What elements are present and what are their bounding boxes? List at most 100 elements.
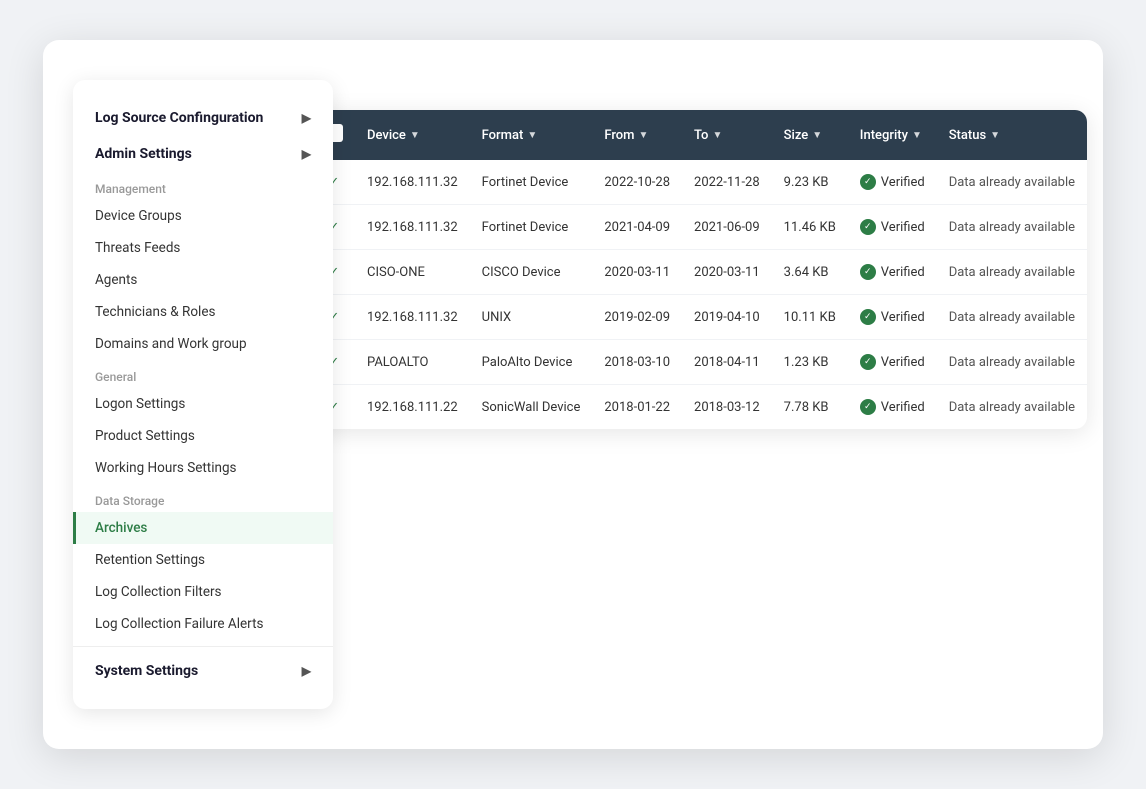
row-integrity: ✓ Verified [848,250,937,295]
sidebar-divider [73,646,333,647]
verified-icon: ✓ [860,219,876,235]
log-source-arrow-icon: ▶ [302,111,311,125]
sidebar-section-admin-settings[interactable]: Admin Settings ▶ [73,136,333,172]
row-format: SonicWall Device [470,385,593,430]
device-sort-icon: ▼ [410,130,420,141]
row-size: 7.78 KB [772,385,848,430]
row-to: 2018-04-11 [682,340,772,385]
row-device: CISO-ONE [355,250,470,295]
row-from: 2021-04-09 [592,205,682,250]
row-format: Fortinet Device [470,160,593,205]
row-size: 1.23 KB [772,340,848,385]
main-content: Device ▼ Format ▼ From [313,110,1087,709]
sidebar-section-log-source-label: Log Source Confinguration [95,110,263,126]
sidebar-item-log-collection-filters[interactable]: Log Collection Filters [73,576,333,608]
row-integrity: ✓ Verified [848,340,937,385]
row-to: 2020-03-11 [682,250,772,295]
integrity-label: Verified [881,310,925,325]
row-integrity: ✓ Verified [848,295,937,340]
sidebar-item-domains-workgroup[interactable]: Domains and Work group [73,328,333,360]
row-status: Data already available [937,160,1087,205]
sidebar-item-device-groups[interactable]: Device Groups [73,200,333,232]
integrity-label: Verified [881,265,925,280]
row-integrity: ✓ Verified [848,205,937,250]
sidebar-item-agents[interactable]: Agents [73,264,333,296]
verified-icon: ✓ [860,309,876,325]
sidebar: Log Source Confinguration ▶ Admin Settin… [73,80,333,709]
row-from: 2018-01-22 [592,385,682,430]
row-from: 2019-02-09 [592,295,682,340]
general-category-label: General [73,360,333,388]
row-from: 2018-03-10 [592,340,682,385]
table-row: ✓ 192.168.111.32 Fortinet Device 2022-10… [313,160,1087,205]
sidebar-item-working-hours[interactable]: Working Hours Settings [73,452,333,484]
from-sort-icon: ▼ [639,130,649,141]
row-format: UNIX [470,295,593,340]
sidebar-section-admin-label: Admin Settings [95,146,192,162]
integrity-label: Verified [881,220,925,235]
sidebar-item-product-settings[interactable]: Product Settings [73,420,333,452]
row-status: Data already available [937,295,1087,340]
table-row: ✓ CISO-ONE CISCO Device 2020-03-11 2020-… [313,250,1087,295]
row-from: 2020-03-11 [592,250,682,295]
sidebar-section-system-label: System Settings [95,663,198,679]
sidebar-item-log-collection-failure[interactable]: Log Collection Failure Alerts [73,608,333,640]
sidebar-item-threats-feeds[interactable]: Threats Feeds [73,232,333,264]
size-sort-icon: ▼ [812,130,822,141]
size-column-header[interactable]: Size ▼ [772,110,848,160]
sidebar-item-archives[interactable]: Archives [73,512,333,544]
row-to: 2018-03-12 [682,385,772,430]
format-sort-icon: ▼ [527,130,537,141]
sidebar-section-system-settings[interactable]: System Settings ▶ [73,653,333,689]
to-column-header[interactable]: To ▼ [682,110,772,160]
row-format: Fortinet Device [470,205,593,250]
management-category-label: Management [73,172,333,200]
row-device: 192.168.111.32 [355,295,470,340]
archives-table: Device ▼ Format ▼ From [313,110,1087,429]
verified-icon: ✓ [860,264,876,280]
row-from: 2022-10-28 [592,160,682,205]
row-device: 192.168.111.22 [355,385,470,430]
verified-icon: ✓ [860,174,876,190]
status-sort-icon: ▼ [990,130,1000,141]
row-status: Data already available [937,205,1087,250]
verified-icon: ✓ [860,354,876,370]
status-column-header[interactable]: Status ▼ [937,110,1087,160]
row-size: 11.46 KB [772,205,848,250]
row-status: Data already available [937,340,1087,385]
integrity-label: Verified [881,400,925,415]
row-device: 192.168.111.32 [355,205,470,250]
system-settings-arrow-icon: ▶ [302,664,311,678]
row-size: 9.23 KB [772,160,848,205]
row-to: 2019-04-10 [682,295,772,340]
row-integrity: ✓ Verified [848,385,937,430]
table-row: ✓ 192.168.111.32 UNIX 2019-02-09 2019-04… [313,295,1087,340]
integrity-column-header[interactable]: Integrity ▼ [848,110,937,160]
row-size: 10.11 KB [772,295,848,340]
from-column-header[interactable]: From ▼ [592,110,682,160]
row-device: PALOALTO [355,340,470,385]
table-row: ✓ PALOALTO PaloAlto Device 2018-03-10 20… [313,340,1087,385]
table-row: ✓ 192.168.111.32 Fortinet Device 2021-04… [313,205,1087,250]
sidebar-section-log-source[interactable]: Log Source Confinguration ▶ [73,100,333,136]
integrity-label: Verified [881,355,925,370]
row-status: Data already available [937,250,1087,295]
verified-icon: ✓ [860,399,876,415]
device-column-header[interactable]: Device ▼ [355,110,470,160]
row-status: Data already available [937,385,1087,430]
row-format: CISCO Device [470,250,593,295]
row-integrity: ✓ Verified [848,160,937,205]
format-column-header[interactable]: Format ▼ [470,110,593,160]
to-sort-icon: ▼ [712,130,722,141]
row-to: 2022-11-28 [682,160,772,205]
row-device: 192.168.111.32 [355,160,470,205]
row-size: 3.64 KB [772,250,848,295]
sidebar-item-retention-settings[interactable]: Retention Settings [73,544,333,576]
sidebar-item-technicians-roles[interactable]: Technicians & Roles [73,296,333,328]
sidebar-item-logon-settings[interactable]: Logon Settings [73,388,333,420]
app-container: Log Source Confinguration ▶ Admin Settin… [43,40,1103,749]
row-format: PaloAlto Device [470,340,593,385]
table-row: ✓ 192.168.111.22 SonicWall Device 2018-0… [313,385,1087,430]
data-storage-category-label: Data Storage [73,484,333,512]
admin-settings-arrow-icon: ▶ [302,147,311,161]
